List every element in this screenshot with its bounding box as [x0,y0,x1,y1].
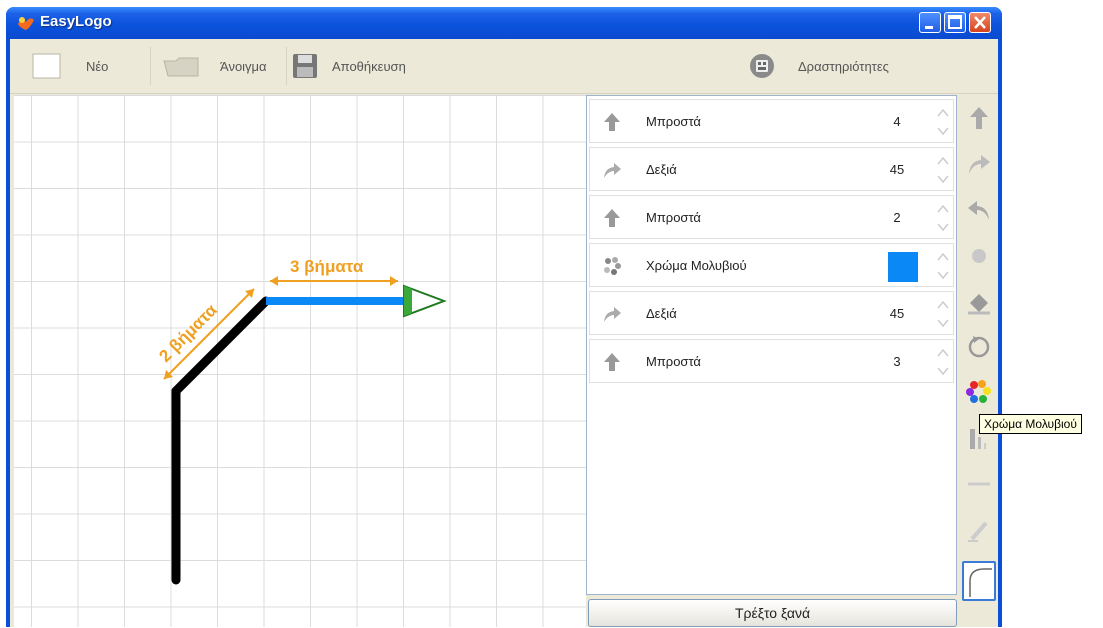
client-area: Νέο Άνοιγμα Αποθήκευση Δραστηριότητες 2 … [10,39,998,627]
activities-label: Δραστηριότητες [798,58,889,74]
pen-up-icon[interactable] [964,469,994,499]
annotation-label-horizontal: 3 βήματα [290,257,364,276]
command-list: Μπροστά 4 Δεξιά 45 Μπροστά 2 Χρώμα Μολυβ… [586,95,957,595]
spinner-arrows-icon[interactable] [936,346,950,378]
up-arrow-icon [604,353,620,371]
minimize-icon [925,26,933,29]
toolbar-separator [150,47,151,85]
new-label: Νέο [86,58,109,74]
command-label: Μπροστά [646,114,701,129]
command-row[interactable]: Μπροστά 3 [589,339,954,383]
command-row[interactable]: Μπροστά 4 [589,99,954,143]
command-row[interactable]: Χρώμα Μολυβιού [589,243,954,287]
up-arrow-icon [604,113,620,131]
maximize-icon [948,15,962,29]
drawn-line-diagonal [171,296,271,396]
command-value[interactable]: 4 [882,114,912,129]
spinner-arrows-icon[interactable] [936,250,950,282]
annotation-arrow-horizontal [270,276,398,286]
pen-color-icon[interactable] [964,377,994,407]
run-again-button[interactable]: Τρέξτο ξανά [588,599,957,627]
app-window: EasyLogo Νέο Άνοιγμα Αποθήκευση Δραστηρι… [6,7,1002,627]
command-value[interactable]: 2 [882,210,912,225]
new-button[interactable]: Νέο [32,39,108,93]
open-button[interactable]: Άνοιγμα [162,39,267,93]
tooltip: Χρώμα Μολυβιού [979,414,1082,434]
activities-button[interactable]: Δραστηριότητες [748,39,889,93]
pen-color-swatch[interactable] [888,252,918,282]
repeat-icon[interactable] [964,331,994,361]
app-logo-icon [18,17,34,30]
save-button[interactable]: Αποθήκευση [292,39,406,93]
command-row[interactable]: Δεξιά 45 [589,147,954,191]
close-icon [974,16,986,29]
color-palette-icon [604,257,621,275]
turtle-drawing: 2 βήματα 3 βήματα [155,257,447,585]
window-title: EasyLogo [40,13,112,30]
spinner-arrows-icon[interactable] [936,298,950,330]
curve-tool-button[interactable] [962,561,996,601]
drawing-canvas[interactable]: 2 βήματα 3 βήματα [14,95,586,627]
command-label: Δεξιά [646,162,677,177]
turn-right-icon [604,307,621,322]
floppy-disk-icon [293,54,317,78]
pen-dot-icon[interactable] [964,241,994,271]
command-label: Δεξιά [646,306,677,321]
title-bar: EasyLogo [6,7,1002,39]
open-label: Άνοιγμα [220,58,267,74]
command-label: Χρώμα Μολυβιού [646,258,747,273]
spinner-arrows-icon[interactable] [936,106,950,138]
spinner-arrows-icon[interactable] [936,154,950,186]
minimize-button[interactable] [919,12,941,33]
blank-page-icon [32,53,61,79]
command-row[interactable]: Δεξιά 45 [589,291,954,335]
command-value[interactable]: 45 [882,306,912,321]
command-label: Μπροστά [646,354,701,369]
spinner-arrows-icon[interactable] [936,202,950,234]
up-arrow-icon [604,209,620,227]
activities-icon [750,54,774,78]
command-value[interactable]: 3 [882,354,912,369]
command-value[interactable]: 45 [882,162,912,177]
toolbar-separator [286,47,287,85]
save-label: Αποθήκευση [332,58,406,74]
toolbar: Νέο Άνοιγμα Αποθήκευση Δραστηριότητες [10,39,998,94]
turn-left-icon[interactable] [964,195,994,225]
curve-icon [969,568,992,597]
close-button[interactable] [969,12,991,33]
forward-icon[interactable] [964,103,994,133]
command-palette [960,95,998,627]
command-label: Μπροστά [646,210,701,225]
fill-bucket-icon[interactable] [964,287,994,317]
folder-icon [163,57,199,77]
maximize-button[interactable] [944,12,966,33]
pen-down-icon[interactable] [964,515,994,545]
command-row[interactable]: Μπροστά 2 [589,195,954,239]
turn-right-icon[interactable] [964,149,994,179]
turn-right-icon [604,163,621,178]
